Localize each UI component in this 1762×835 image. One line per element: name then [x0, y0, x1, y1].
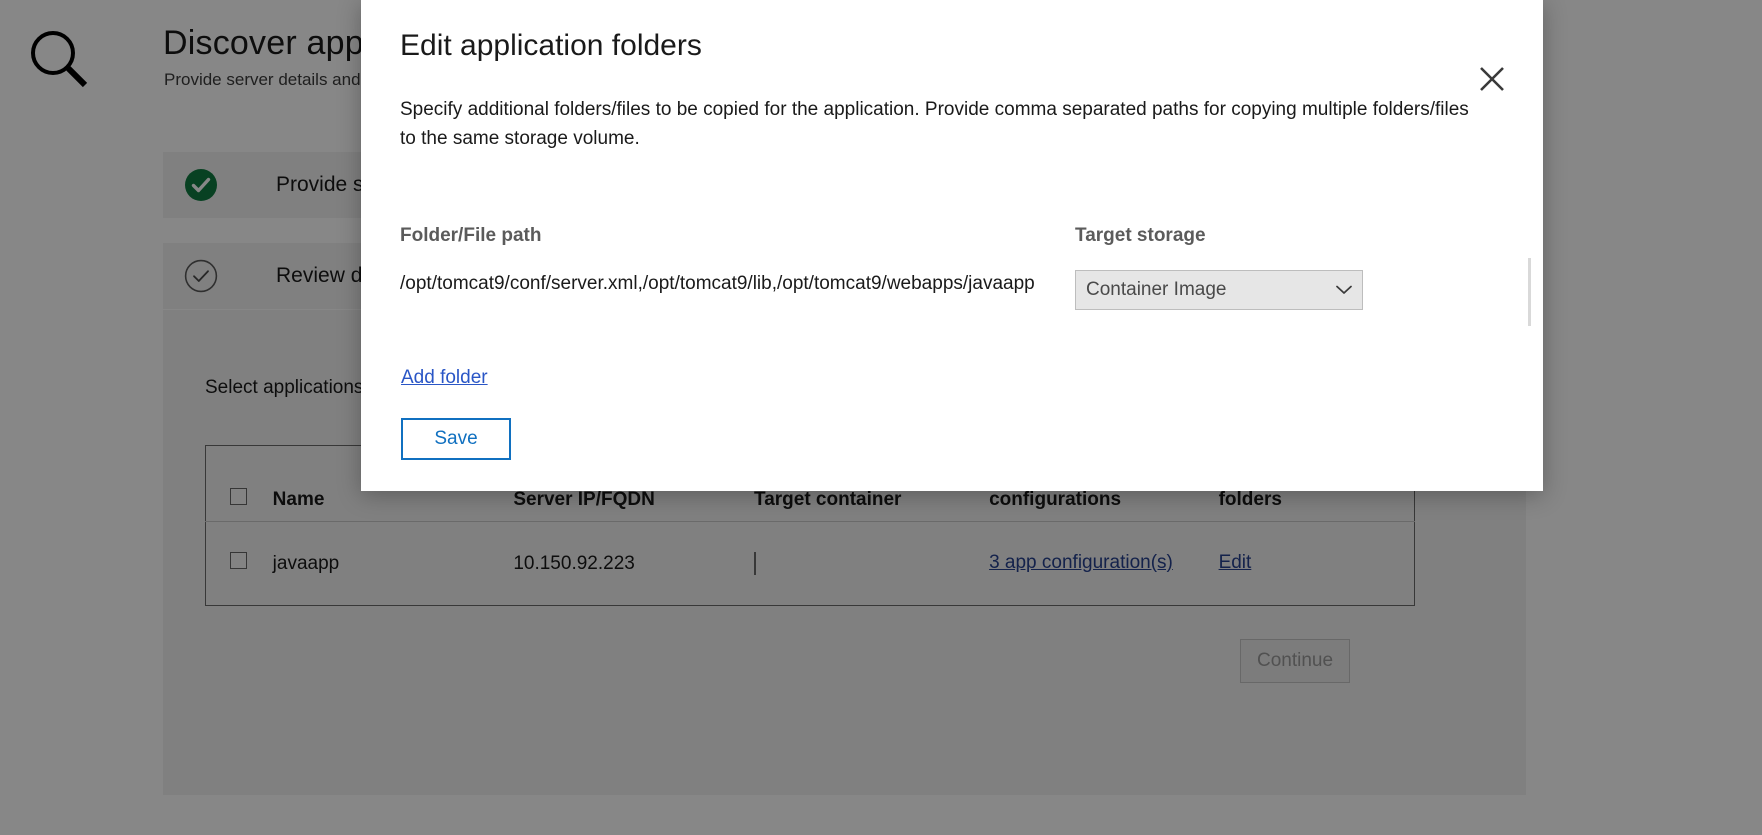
target-storage-label: Target storage	[1075, 225, 1206, 246]
target-storage-select[interactable]: Container Image	[1075, 270, 1363, 310]
save-button[interactable]: Save	[401, 418, 511, 460]
target-storage-value: Container Image	[1086, 279, 1227, 300]
close-icon[interactable]	[1470, 57, 1514, 101]
folder-path-value[interactable]: /opt/tomcat9/conf/server.xml,/opt/tomcat…	[400, 270, 1060, 298]
dialog-title: Edit application folders	[400, 29, 702, 62]
folder-path-label: Folder/File path	[400, 225, 542, 246]
dialog-description: Specify additional folders/files to be c…	[400, 99, 1469, 149]
chevron-down-icon	[1336, 282, 1352, 299]
dialog-scrollbar[interactable]	[1528, 258, 1531, 326]
edit-application-folders-dialog: Edit application folders Specify additio…	[361, 0, 1543, 491]
add-folder-link[interactable]: Add folder	[401, 367, 488, 389]
folder-path-field-group: Folder/File path /opt/tomcat9/conf/serve…	[400, 225, 1070, 298]
target-storage-field-group: Target storage Container Image	[1075, 225, 1375, 310]
page-root: Discover applications Provide server det…	[0, 0, 1762, 835]
